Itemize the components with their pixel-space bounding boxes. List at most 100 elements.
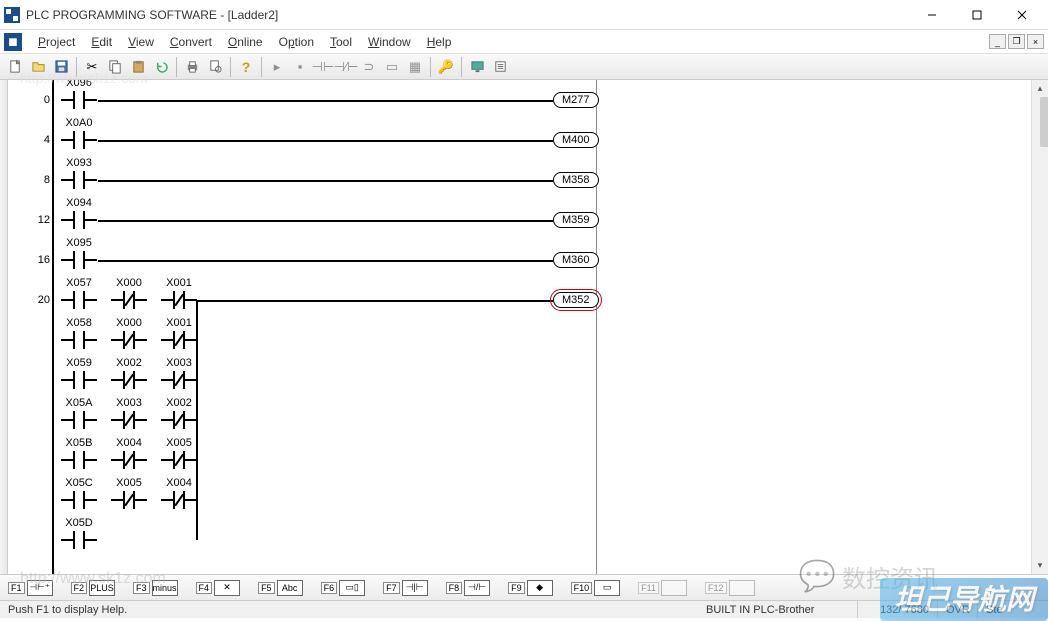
vertical-scrollbar[interactable]: ▴ ▾ (1031, 80, 1048, 574)
ladder-contact[interactable]: X05A (58, 410, 100, 430)
ladder-contact[interactable]: X096 (58, 90, 100, 110)
print-preview-button[interactable] (204, 56, 226, 78)
ladder-coil[interactable]: M352 (553, 292, 599, 308)
menu-tool[interactable]: Tool (322, 33, 360, 51)
maximize-button[interactable] (954, 1, 999, 29)
contact-label: X05C (65, 477, 93, 489)
ladder-coil[interactable]: M359 (553, 212, 599, 228)
menu-view[interactable]: View (120, 33, 162, 51)
contact-label: X002 (166, 397, 192, 409)
fkey-f6[interactable]: F6 ▭▯ (321, 580, 366, 596)
ladder-contact[interactable]: X005 (158, 450, 200, 470)
ladder-coil[interactable]: M400 (553, 132, 599, 148)
status-bar: Push F1 to display Help. BUILT IN PLC-Br… (0, 600, 1048, 618)
comment-button: ▦ (404, 56, 426, 78)
fkey-label: F1 (8, 582, 25, 594)
menu-online[interactable]: Online (220, 33, 271, 51)
fkey-f5[interactable]: F5 Abc (258, 580, 303, 596)
fkey-f9[interactable]: F9 ◆ (508, 580, 553, 596)
ladder-contact[interactable]: X05B (58, 450, 100, 470)
menu-convert[interactable]: Convert (162, 33, 220, 51)
ladder-contact[interactable]: X001 (158, 290, 200, 310)
mdi-close-button[interactable]: × (1027, 34, 1044, 49)
fkey-label: F3 (133, 582, 150, 594)
menu-window[interactable]: Window (360, 33, 419, 51)
mdi-restore-button[interactable]: ❐ (1008, 34, 1025, 49)
fkey-label: F9 (508, 582, 525, 594)
contact-label: X059 (66, 357, 92, 369)
fkey-icon: PLUS (89, 580, 115, 596)
menu-help[interactable]: Help (419, 33, 460, 51)
ladder-contact[interactable]: X003 (158, 370, 200, 390)
print-button[interactable] (181, 56, 203, 78)
rung-number: 16 (36, 254, 50, 266)
ladder-contact[interactable]: X095 (58, 250, 100, 270)
ladder-contact[interactable]: X093 (58, 170, 100, 190)
key-button[interactable]: 🔑 (435, 56, 457, 78)
ladder-contact[interactable]: X05C (58, 490, 100, 510)
monitor-button[interactable] (466, 56, 488, 78)
ladder-contact[interactable]: X000 (108, 330, 150, 350)
ladder-contact[interactable]: X003 (108, 410, 150, 430)
status-step: 132/ 7680 (858, 601, 938, 618)
ladder-contact[interactable]: X057 (58, 290, 100, 310)
menu-option[interactable]: Option (271, 33, 322, 51)
mdi-minimize-button[interactable]: _ (989, 34, 1006, 49)
ladder-contact[interactable]: X058 (58, 330, 100, 350)
fkey-icon (729, 580, 755, 596)
ladder-editor[interactable]: 0 X096 M277 4 X0A0 M400 8 X093 (8, 80, 1031, 574)
fkey-f2[interactable]: F2 PLUS (71, 580, 116, 596)
fkey-f3[interactable]: F3 minus (133, 580, 178, 596)
copy-button[interactable] (104, 56, 126, 78)
ladder-contact[interactable]: X004 (158, 490, 200, 510)
app-icon (4, 7, 20, 23)
ladder-contact[interactable]: X004 (108, 450, 150, 470)
scroll-up-button[interactable]: ▴ (1033, 80, 1048, 97)
status-extra: Ste (978, 601, 1048, 618)
fkey-label: F5 (258, 582, 275, 594)
undo-button[interactable] (150, 56, 172, 78)
cut-button[interactable]: ✂ (81, 56, 103, 78)
fkey-label: F10 (571, 582, 593, 594)
menu-project[interactable]: Project (30, 33, 83, 51)
ladder-contact[interactable]: X059 (58, 370, 100, 390)
ladder-coil[interactable]: M360 (553, 252, 599, 268)
ladder-right-edge (596, 80, 597, 574)
scroll-down-button[interactable]: ▾ (1033, 557, 1048, 574)
ladder-contact[interactable]: X0A0 (58, 130, 100, 150)
coil-label: M352 (553, 292, 599, 308)
fkey-label: F8 (446, 582, 463, 594)
help-button[interactable]: ? (235, 56, 257, 78)
ladder-contact[interactable]: X002 (158, 410, 200, 430)
ladder-contact[interactable]: X005 (108, 490, 150, 510)
rung-number: 20 (36, 294, 50, 306)
fkey-f7[interactable]: F7 ⊣|⊢ (383, 580, 428, 596)
fkey-f4[interactable]: F4 ✕ (196, 580, 241, 596)
fkey-icon: ▭▯ (339, 580, 365, 596)
paste-button[interactable] (127, 56, 149, 78)
ladder-contact[interactable]: X05D (58, 530, 100, 550)
close-button[interactable] (999, 1, 1044, 29)
fkey-label: F12 (705, 582, 727, 594)
ladder-coil[interactable]: M358 (553, 172, 599, 188)
ladder-coil[interactable]: M277 (553, 92, 599, 108)
fkey-f8[interactable]: F8 ⊣/⊢ (446, 580, 491, 596)
open-button[interactable] (27, 56, 49, 78)
minimize-button[interactable] (909, 1, 954, 29)
ladder-contact[interactable]: X000 (108, 290, 150, 310)
scroll-thumb[interactable] (1040, 97, 1048, 147)
save-button[interactable] (50, 56, 72, 78)
fkey-icon: ⊣⊢⁺ (27, 580, 53, 596)
ladder-contact[interactable]: X002 (108, 370, 150, 390)
new-button[interactable] (4, 56, 26, 78)
fkey-f1[interactable]: F1 ⊣⊢⁺ (8, 580, 53, 596)
coil-label: M277 (553, 92, 599, 108)
rung-number: 0 (36, 94, 50, 106)
run-button: ▸ (266, 56, 288, 78)
fkey-f10[interactable]: F10 ▭ (571, 580, 621, 596)
ladder-contact[interactable]: X094 (58, 210, 100, 230)
list-button[interactable] (489, 56, 511, 78)
ladder-contact[interactable]: X001 (158, 330, 200, 350)
menu-edit[interactable]: Edit (83, 33, 120, 51)
window-controls (909, 1, 1044, 29)
